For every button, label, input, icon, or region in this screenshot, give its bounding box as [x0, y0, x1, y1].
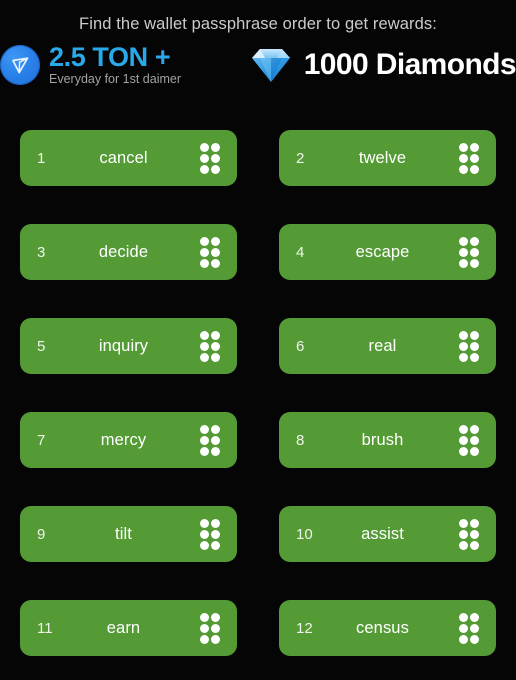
diamond-reward: 1000 Diamonds: [248, 45, 516, 85]
word-label: cancel: [99, 148, 148, 167]
drag-handle-dots-icon[interactable]: [200, 236, 220, 268]
drag-handle-dots-icon[interactable]: [200, 424, 220, 456]
word-label: tilt: [115, 524, 132, 543]
ton-subtitle: Everyday for 1st daimer: [49, 72, 181, 86]
drag-handle-dots-icon[interactable]: [200, 330, 220, 362]
word-index: 5: [37, 337, 46, 355]
word-card-12[interactable]: 12 census: [279, 600, 496, 656]
diamond-gem-icon: [248, 45, 294, 85]
word-index: 10: [296, 525, 313, 543]
drag-handle-dots-icon[interactable]: [459, 424, 479, 456]
passphrase-word-grid: 1 cancel 2 twelve 3 decide 4 escape 5 in…: [20, 130, 496, 656]
drag-handle-dots-icon[interactable]: [459, 236, 479, 268]
word-index: 8: [296, 431, 305, 449]
drag-handle-dots-icon[interactable]: [459, 142, 479, 174]
rewards-row: 2.5 TON + Everyday for 1st daimer 1000 D…: [0, 43, 516, 87]
word-index: 9: [37, 525, 46, 543]
word-card-8[interactable]: 8 brush: [279, 412, 496, 468]
word-index: 12: [296, 619, 313, 637]
word-card-3[interactable]: 3 decide: [20, 224, 237, 280]
ton-reward-text: 2.5 TON + Everyday for 1st daimer: [49, 43, 232, 87]
word-label: brush: [361, 430, 404, 449]
word-label: earn: [106, 618, 141, 637]
word-card-2[interactable]: 2 twelve: [279, 130, 496, 186]
word-index: 1: [37, 149, 46, 167]
drag-handle-dots-icon[interactable]: [200, 142, 220, 174]
word-label: inquiry: [98, 336, 149, 355]
passphrase-order-screen: Find the wallet passphrase order to get …: [0, 0, 516, 680]
drag-handle-dots-icon[interactable]: [459, 518, 479, 550]
word-index: 2: [296, 149, 305, 167]
drag-handle-dots-icon[interactable]: [200, 612, 220, 644]
word-card-1[interactable]: 1 cancel: [20, 130, 237, 186]
drag-handle-dots-icon[interactable]: [459, 330, 479, 362]
ton-logo-icon: [0, 45, 40, 85]
word-index: 4: [296, 243, 305, 261]
word-label: census: [356, 618, 409, 637]
word-card-7[interactable]: 7 mercy: [20, 412, 237, 468]
word-card-9[interactable]: 9 tilt: [20, 506, 237, 562]
word-label: escape: [355, 242, 410, 261]
word-label: twelve: [358, 148, 407, 167]
word-card-11[interactable]: 11 earn: [20, 600, 237, 656]
word-card-5[interactable]: 5 inquiry: [20, 318, 237, 374]
word-card-6[interactable]: 6 real: [279, 318, 496, 374]
word-label: assist: [361, 524, 404, 543]
diamond-amount: 1000 Diamonds: [303, 48, 516, 81]
reward-header: Find the wallet passphrase order to get …: [0, 0, 516, 87]
word-card-4[interactable]: 4 escape: [279, 224, 496, 280]
word-label: mercy: [100, 430, 147, 449]
ton-amount: 2.5 TON +: [49, 42, 171, 72]
word-label: real: [368, 336, 397, 355]
drag-handle-dots-icon[interactable]: [200, 518, 220, 550]
word-card-10[interactable]: 10 assist: [279, 506, 496, 562]
word-index: 6: [296, 337, 305, 355]
word-index: 11: [37, 619, 53, 637]
word-label: decide: [98, 242, 149, 261]
ton-reward: 2.5 TON + Everyday for 1st daimer: [0, 43, 232, 87]
page-title: Find the wallet passphrase order to get …: [79, 15, 437, 33]
word-index: 3: [37, 243, 46, 261]
word-index: 7: [37, 431, 46, 449]
drag-handle-dots-icon[interactable]: [459, 612, 479, 644]
